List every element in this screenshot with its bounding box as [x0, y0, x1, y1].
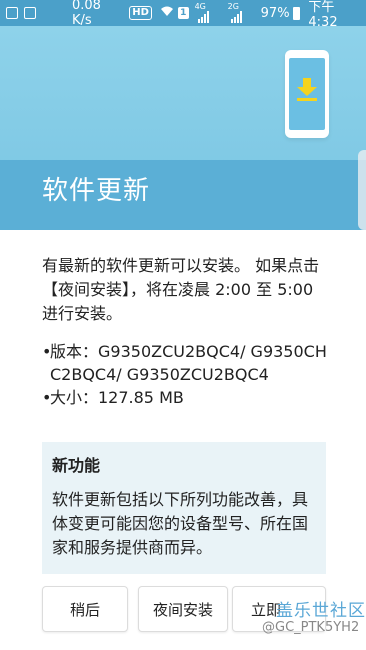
- night-install-button[interactable]: 夜间安装: [138, 586, 228, 632]
- signal-4g-icon: 4G: [195, 2, 222, 25]
- battery-icon: [292, 6, 301, 20]
- download-arrow-icon: [297, 78, 317, 101]
- battery-percent: 97%: [260, 5, 290, 21]
- signal-bars-icon: [197, 10, 209, 23]
- checklist-icon: [24, 7, 36, 19]
- page-title: 软件更新: [42, 176, 151, 206]
- new-features-heading: 新功能: [52, 456, 101, 475]
- bullet: •: [42, 388, 52, 407]
- new-features-text: 软件更新包括以下所列功能改善，具体变更可能因您的设备型号、所在国家和服务提供商而…: [52, 490, 309, 557]
- community-watermark: 盖乐世社区: [276, 601, 366, 621]
- bullet: •: [42, 342, 52, 361]
- status-bar: 0.08 K/s HD 1 4G 2G 97% 下午 4:32: [0, 0, 366, 30]
- network-type2-label: 2G: [227, 1, 239, 11]
- user-watermark: @GC_PTK5YH2: [262, 620, 360, 635]
- signal-bars2-icon: [230, 10, 242, 23]
- wifi-icon: [160, 5, 174, 21]
- sim-icon: 1: [177, 7, 189, 19]
- version-row: • 版本：G9350ZCU2BQC4/ G9350CHC2BQC4/ G9350…: [42, 340, 332, 386]
- later-button[interactable]: 稍后: [42, 586, 128, 632]
- new-features-box: 新功能 软件更新包括以下所列功能改善，具体变更可能因您的设备型号、所在国家和服务…: [42, 442, 326, 574]
- notification-icon: [6, 7, 18, 19]
- update-info: 有最新的软件更新可以安装。 如果点击【夜间安装】，将在凌晨 2:00 至 5:0…: [42, 254, 332, 409]
- network-speed: 0.08 K/s: [72, 0, 101, 28]
- update-description: 有最新的软件更新可以安装。 如果点击【夜间安装】，将在凌晨 2:00 至 5:0…: [42, 256, 320, 323]
- version-text: 版本：G9350ZCU2BQC4/ G9350CHC2BQC4/ G9350ZC…: [50, 342, 327, 384]
- size-text: 大小：127.85 MB: [50, 388, 184, 407]
- phone-download-icon: [285, 50, 329, 138]
- edge-panel-handle[interactable]: [358, 150, 366, 230]
- header-banner: 软件更新: [0, 26, 366, 230]
- signal-2g-icon: 2G: [228, 2, 255, 25]
- update-details: • 版本：G9350ZCU2BQC4/ G9350CHC2BQC4/ G9350…: [42, 340, 332, 409]
- network-type-label: 4G: [194, 1, 206, 11]
- size-row: • 大小：127.85 MB: [42, 386, 332, 409]
- hd-badge: HD: [129, 6, 152, 20]
